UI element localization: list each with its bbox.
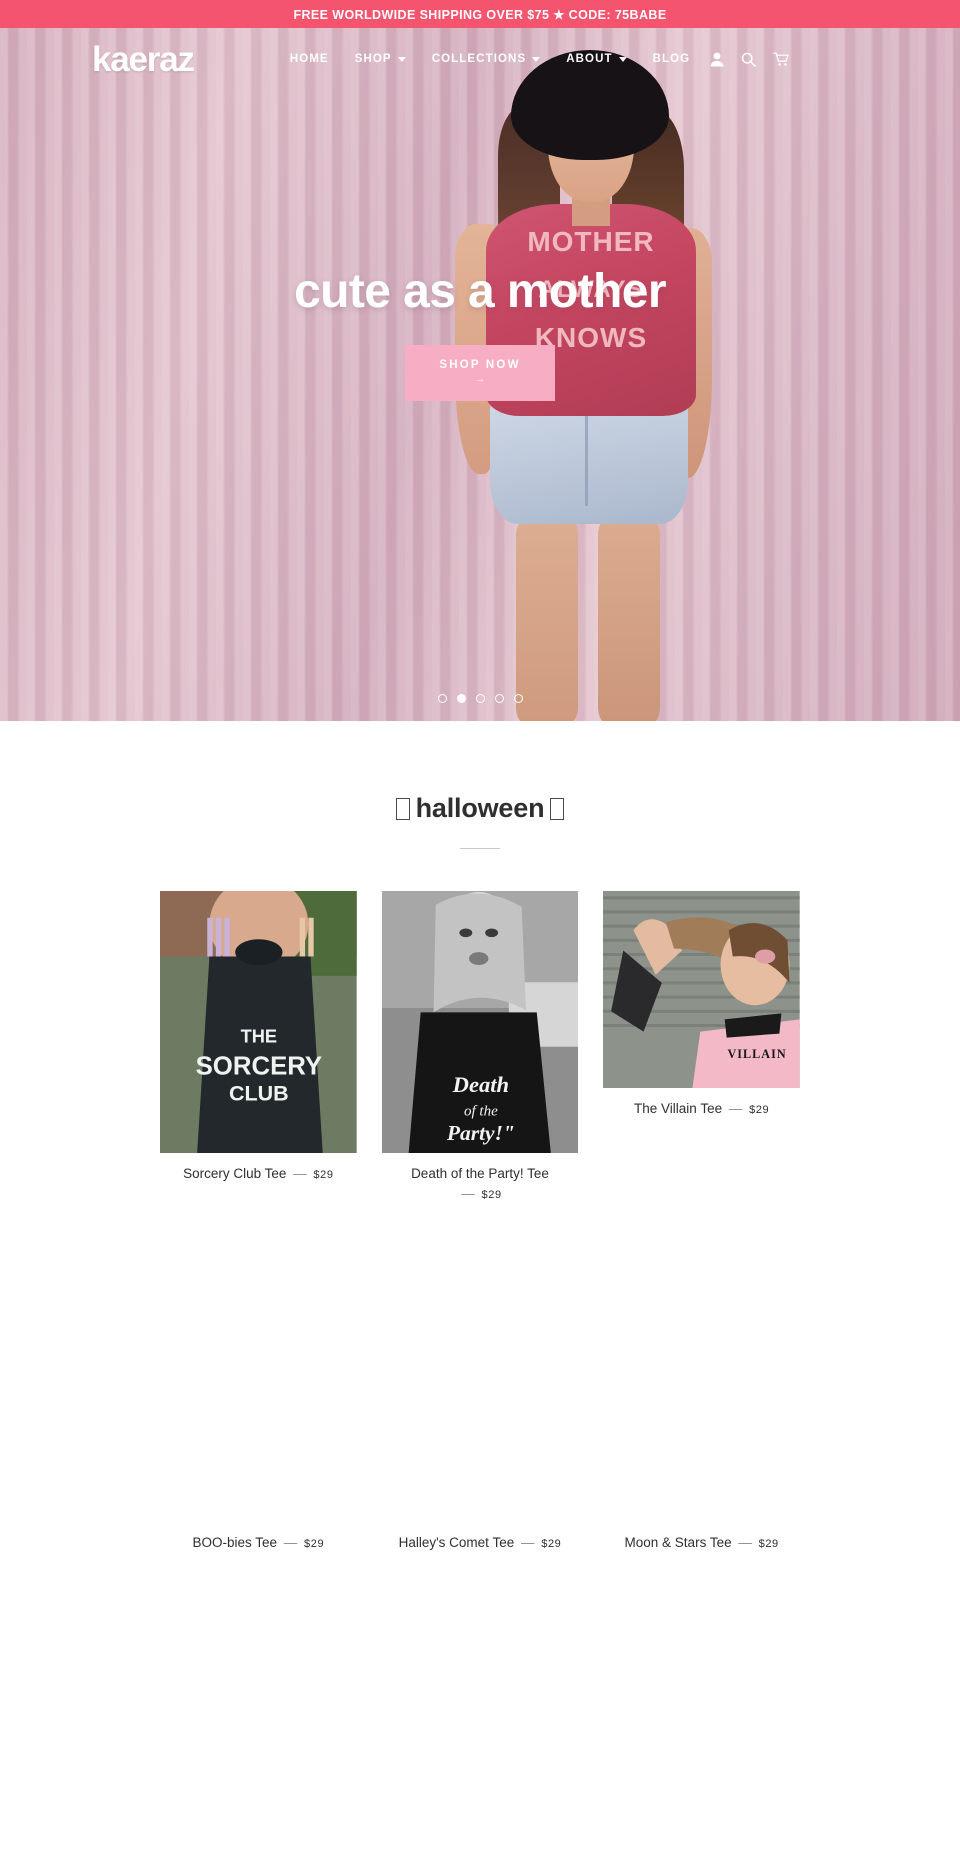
product-card[interactable]: THE SORCERY CLUB Sorcery Club Tee — $29	[160, 891, 357, 1204]
shop-now-button[interactable]: SHOP NOW →	[405, 344, 555, 401]
header-icon-group	[710, 52, 790, 67]
section-heading-text: halloween	[415, 793, 545, 823]
nav-item-home[interactable]: HOME	[290, 53, 329, 65]
product-price: $29	[541, 1537, 562, 1550]
product-price: $29	[749, 1104, 770, 1116]
nav-item-shop[interactable]: SHOP	[355, 53, 406, 65]
site-logo[interactable]: kaeraz	[92, 42, 195, 77]
chevron-down-icon	[618, 56, 627, 62]
product-caption[interactable]: BOO-bies Tee — $29	[160, 1533, 357, 1553]
hero-heading: cute as a mother	[294, 265, 666, 318]
product-separator: —	[520, 1534, 535, 1550]
cart-icon[interactable]	[773, 52, 790, 67]
product-caption[interactable]: Sorcery Club Tee — $29	[160, 1164, 357, 1184]
product-caption[interactable]: Death of the Party! Tee — $29	[382, 1164, 579, 1204]
search-icon[interactable]	[741, 52, 757, 67]
product-price: $29	[481, 1188, 502, 1201]
product-caption[interactable]: Halley's Comet Tee — $29	[382, 1533, 579, 1553]
product-image[interactable]	[381, 1261, 579, 1522]
slider-dot-4[interactable]	[494, 694, 504, 703]
svg-text:THE: THE	[241, 1025, 278, 1046]
product-card[interactable]: Death of the Party!" Death of the Party!…	[381, 891, 579, 1204]
product-price: $29	[313, 1169, 334, 1181]
product-separator: —	[461, 1185, 475, 1201]
section-heading: halloween	[0, 793, 960, 824]
chevron-down-icon	[532, 56, 541, 62]
svg-text:Party!": Party!"	[446, 1121, 515, 1145]
arrow-right-icon: →	[474, 372, 486, 385]
product-title: The Villain Tee	[634, 1101, 723, 1116]
slider-dot-1[interactable]	[437, 694, 447, 703]
chevron-down-icon	[397, 56, 406, 62]
product-title: BOO-bies Tee	[192, 1534, 277, 1550]
product-card[interactable]: Moon & Stars Tee — $29	[603, 1261, 800, 1553]
account-icon[interactable]	[710, 52, 724, 67]
hero-slide-content: cute as a mother SHOP NOW →	[0, 265, 960, 401]
product-separator: —	[738, 1534, 752, 1550]
product-title: Sorcery Club Tee	[183, 1166, 287, 1181]
product-separator: —	[293, 1166, 307, 1181]
product-title: Death of the Party! Tee	[411, 1166, 549, 1181]
product-card[interactable]: VILLAIN The Villain Tee — $29	[603, 891, 800, 1204]
nav-label: BLOG	[652, 53, 691, 65]
product-card[interactable]: BOO-bies Tee — $29	[160, 1261, 357, 1553]
product-image[interactable]	[160, 1261, 357, 1522]
nav-item-blog[interactable]: BLOG	[653, 53, 691, 65]
product-separator: —	[283, 1534, 298, 1550]
product-image[interactable]: Death of the Party!"	[381, 891, 579, 1153]
hero-slider[interactable]: MOTHER ALWAYS KNOWS kaeraz HOME SHOP COL…	[0, 28, 960, 721]
slider-dot-5[interactable]	[513, 694, 523, 703]
svg-text:VILLAIN: VILLAIN	[728, 1047, 787, 1061]
nav-item-about[interactable]: ABOUT	[566, 53, 627, 65]
product-price: $29	[304, 1537, 325, 1550]
product-image[interactable]: VILLAIN	[603, 891, 800, 1088]
site-header: kaeraz HOME SHOP COLLECTIONS ABOUT BLOG	[0, 28, 960, 90]
product-card[interactable]: Halley's Comet Tee — $29	[381, 1261, 579, 1553]
product-image[interactable]: THE SORCERY CLUB	[160, 891, 357, 1153]
main-navigation: HOME SHOP COLLECTIONS ABOUT BLOG	[290, 53, 690, 65]
svg-text:of the: of the	[464, 1103, 498, 1119]
product-image[interactable]	[603, 1261, 800, 1522]
collection-section: halloween THE SORCERY CLUB Sorcery Club …	[0, 721, 960, 1552]
svg-text:Death: Death	[451, 1072, 508, 1097]
shop-now-label: SHOP NOW	[439, 358, 521, 371]
svg-text:CLUB: CLUB	[229, 1081, 289, 1105]
product-grid-row-1: THE SORCERY CLUB Sorcery Club Tee — $29	[160, 891, 800, 1204]
announcement-text: FREE WORLDWIDE SHIPPING OVER $75 ★ CODE:…	[293, 7, 667, 22]
product-caption[interactable]: The Villain Tee — $29	[603, 1099, 800, 1119]
nav-label: HOME	[289, 53, 329, 65]
svg-text:SORCERY: SORCERY	[196, 1053, 323, 1081]
nav-label: COLLECTIONS	[431, 53, 527, 65]
product-grid-row-2: BOO-bies Tee — $29 Halley's Comet Tee — …	[160, 1261, 800, 1553]
nav-label: ABOUT	[566, 53, 613, 65]
slider-dot-2[interactable]	[456, 694, 466, 703]
missing-glyph-icon	[395, 798, 410, 820]
product-caption[interactable]: Moon & Stars Tee — $29	[603, 1533, 800, 1553]
section-divider	[460, 848, 500, 849]
slider-dot-3[interactable]	[475, 694, 485, 703]
nav-label: SHOP	[354, 53, 392, 65]
missing-glyph-icon	[550, 798, 565, 820]
product-price: $29	[758, 1537, 779, 1550]
product-title: Halley's Comet Tee	[398, 1534, 515, 1550]
announcement-bar: FREE WORLDWIDE SHIPPING OVER $75 ★ CODE:…	[0, 0, 960, 28]
product-separator: —	[728, 1101, 743, 1116]
nav-item-collections[interactable]: COLLECTIONS	[432, 53, 541, 65]
slider-pagination	[0, 694, 960, 703]
product-title: Moon & Stars Tee	[624, 1534, 732, 1550]
